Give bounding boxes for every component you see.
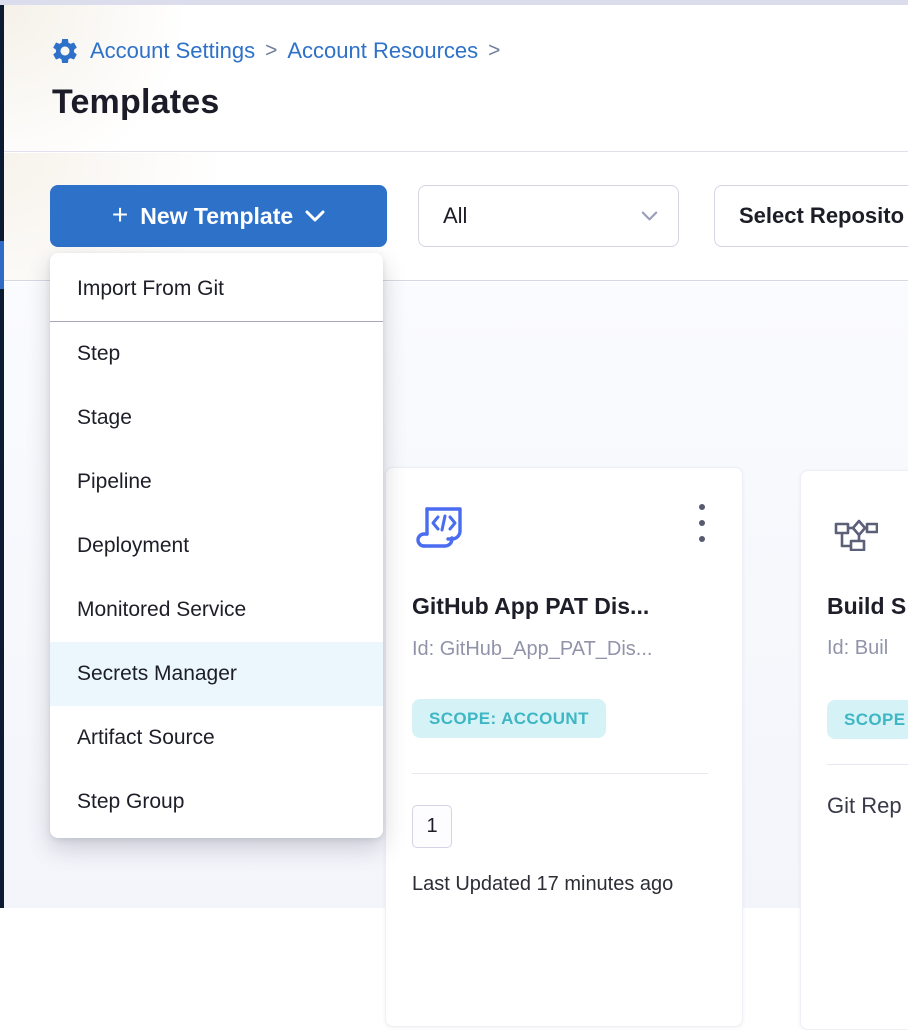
menu-item-step[interactable]: Step	[50, 322, 383, 386]
repository-select-label: Select Reposito	[739, 203, 904, 229]
template-card-title: Build S	[827, 593, 906, 620]
card-options-menu-icon[interactable]	[698, 504, 706, 542]
breadcrumb: Account Settings > Account Resources >	[50, 36, 500, 66]
new-template-button[interactable]: + New Template	[50, 185, 387, 247]
page-header: Account Settings > Account Resources > T…	[4, 5, 908, 152]
settings-gear-icon	[50, 36, 80, 66]
menu-item-deployment[interactable]: Deployment	[50, 514, 383, 578]
chevron-down-icon	[305, 210, 325, 222]
code-scroll-icon	[414, 504, 466, 554]
page-title: Templates	[52, 83, 219, 122]
menu-item-monitored-service[interactable]: Monitored Service	[50, 578, 383, 642]
repository-select[interactable]: Select Reposito	[714, 185, 908, 247]
last-updated-text: Last Updated 17 minutes ago	[412, 873, 673, 896]
breadcrumb-separator: >	[265, 39, 277, 63]
card-divider	[412, 773, 708, 774]
card-divider	[827, 764, 908, 765]
template-card-build-stage[interactable]: Build S Id: Buil SCOPE Git Rep	[800, 470, 908, 1030]
menu-item-step-group[interactable]: Step Group	[50, 770, 383, 834]
template-type-filter[interactable]: All	[418, 185, 679, 247]
scope-badge: SCOPE: ACCOUNT	[412, 699, 606, 738]
git-repo-label: Git Rep	[827, 793, 902, 819]
breadcrumb-account-settings[interactable]: Account Settings	[90, 38, 255, 64]
breadcrumb-account-resources[interactable]: Account Resources	[287, 38, 478, 64]
menu-item-pipeline[interactable]: Pipeline	[50, 450, 383, 514]
breadcrumb-separator: >	[488, 39, 500, 63]
version-badge: 1	[412, 805, 452, 848]
template-type-filter-value: All	[443, 203, 467, 229]
plus-icon: +	[112, 201, 128, 229]
menu-item-secrets-manager[interactable]: Secrets Manager	[50, 642, 383, 706]
new-template-label: New Template	[140, 203, 293, 230]
menu-item-import-from-git[interactable]: Import From Git	[50, 257, 383, 321]
menu-item-artifact-source[interactable]: Artifact Source	[50, 706, 383, 770]
menu-item-stage[interactable]: Stage	[50, 386, 383, 450]
template-card-id: Id: Buil	[827, 637, 888, 660]
chevron-down-icon	[641, 211, 658, 221]
pipeline-nodes-icon	[834, 519, 878, 551]
template-card-title: GitHub App PAT Dis...	[412, 593, 649, 620]
new-template-dropdown-menu: Import From Git Step Stage Pipeline Depl…	[50, 253, 383, 838]
template-card-id: Id: GitHub_App_PAT_Dis...	[412, 638, 652, 661]
scope-badge: SCOPE	[827, 700, 908, 739]
template-card-github-app-pat[interactable]: GitHub App PAT Dis... Id: GitHub_App_PAT…	[385, 467, 743, 1027]
